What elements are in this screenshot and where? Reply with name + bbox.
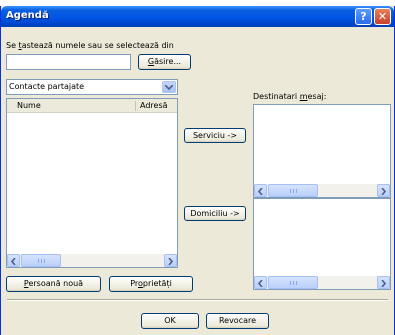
scrollbar-thumb[interactable] (268, 184, 318, 197)
search-input[interactable] (6, 54, 131, 70)
grip (290, 281, 291, 285)
add-to-home-button[interactable]: Domiciliu -> (184, 206, 246, 221)
home-recipients-list[interactable] (253, 198, 391, 290)
grip (293, 189, 294, 193)
add-to-work-button[interactable]: Serviciu -> (184, 128, 246, 143)
grip (44, 259, 45, 263)
grip (38, 259, 39, 263)
scrollbar-thumb[interactable] (268, 276, 318, 289)
new-contact-button[interactable]: Persoană nouă (6, 276, 101, 292)
search-prompt-label: Se tastează numele sau se selectează din (6, 41, 174, 50)
divider (7, 299, 388, 301)
address-book-dialog: Agendă ? ✕ Se tastează numele sau se sel… (0, 6, 395, 335)
column-header-address[interactable]: Adresă (140, 101, 168, 110)
scroll-right-icon[interactable] (377, 276, 390, 289)
home-recipients-scrollbar[interactable] (254, 276, 390, 289)
grip (296, 189, 297, 193)
chevron-down-icon[interactable] (162, 81, 176, 93)
properties-button[interactable]: Proprietăți (109, 276, 193, 292)
scroll-left-icon[interactable] (7, 254, 20, 267)
contact-source-dropdown[interactable]: Contacte partajate (6, 79, 178, 95)
close-button[interactable]: ✕ (374, 8, 391, 25)
help-button[interactable]: ? (355, 8, 372, 25)
cancel-button[interactable]: Revocare (206, 313, 269, 329)
work-recipients-scrollbar[interactable] (254, 184, 390, 197)
contacts-list[interactable]: Nume Adresă (6, 98, 178, 268)
ok-button[interactable]: OK (141, 313, 199, 329)
column-divider (135, 101, 136, 111)
grip (290, 189, 291, 193)
grip (293, 281, 294, 285)
contacts-list-header: Nume Adresă (7, 99, 177, 113)
contacts-list-scrollbar[interactable] (7, 254, 177, 267)
scroll-right-icon[interactable] (377, 184, 390, 197)
scroll-left-icon[interactable] (254, 184, 267, 197)
grip (41, 259, 42, 263)
window-title: Agendă (6, 10, 49, 21)
scrollbar-thumb[interactable] (21, 254, 61, 267)
recipients-label: Destinatari mesaj: (253, 92, 327, 101)
grip (296, 281, 297, 285)
contact-source-value: Contacte partajate (9, 82, 85, 91)
title-bar: Agendă ? ✕ (1, 6, 394, 27)
scroll-left-icon[interactable] (254, 276, 267, 289)
scroll-right-icon[interactable] (164, 254, 177, 267)
work-recipients-list[interactable] (253, 104, 391, 198)
find-button[interactable]: Găsire... (138, 54, 191, 70)
column-header-name[interactable]: Nume (17, 101, 41, 110)
